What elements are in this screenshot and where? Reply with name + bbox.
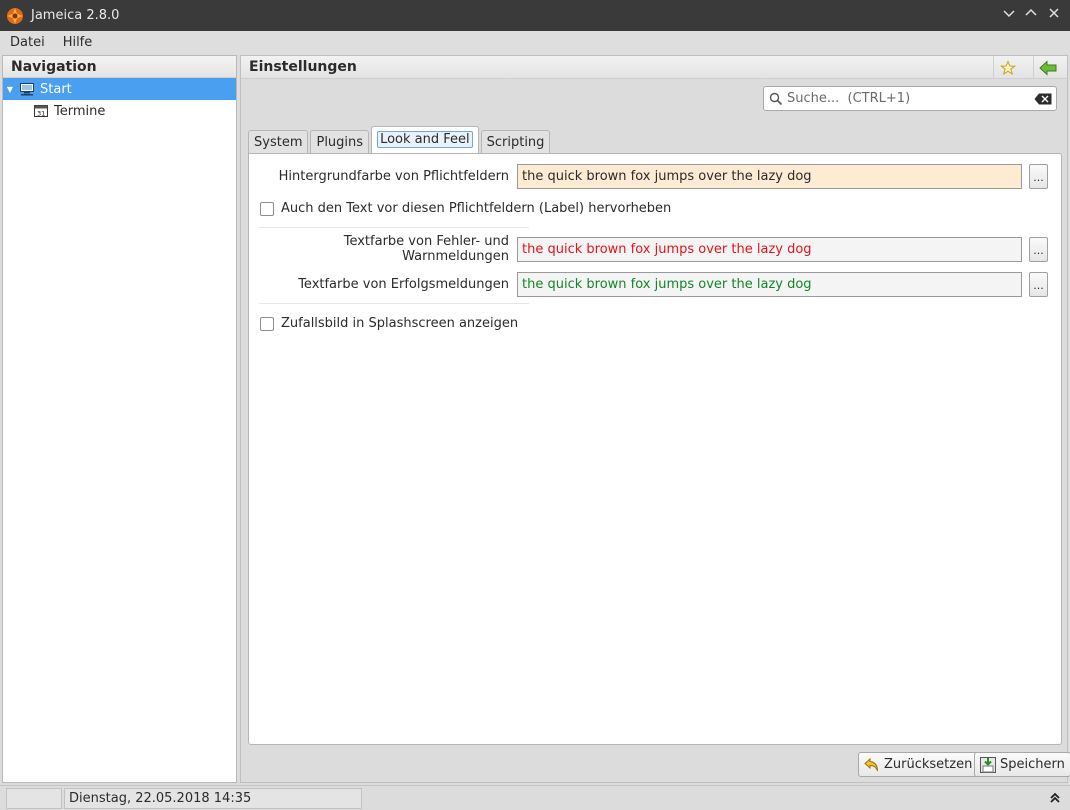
tab-plugins[interactable]: Plugins <box>310 130 370 154</box>
error-color-row: Textfarbe von Fehler- und Warnmeldungen … <box>249 234 1048 264</box>
splash-checkbox[interactable] <box>260 316 274 331</box>
reset-button[interactable]: Zurücksetzen <box>858 752 979 777</box>
undo-icon <box>864 757 878 771</box>
page-title: Einstellungen <box>249 59 357 75</box>
window-title: Jameica 2.8.0 <box>31 8 120 23</box>
success-color-preview: the quick brown fox jumps over the lazy … <box>517 271 1022 297</box>
tab-system[interactable]: System <box>248 130 309 154</box>
computer-icon <box>20 83 34 96</box>
status-datetime: Dienstag, 22.05.2018 14:35 <box>64 788 362 809</box>
clear-search-icon[interactable] <box>1034 93 1052 105</box>
save-button[interactable]: Speichern <box>974 752 1070 777</box>
close-button[interactable] <box>1045 6 1063 24</box>
splash-option[interactable]: Zufallsbild in Splashscreen anzeigen <box>260 316 518 331</box>
status-cell-messages <box>364 788 1064 809</box>
error-color-preview: the quick brown fox jumps over the lazy … <box>517 236 1022 262</box>
required-bg-row: Hintergrundfarbe von Pflichtfeldern the … <box>249 163 1048 189</box>
highlight-label-option[interactable]: Auch den Text vor diesen Pflichtfeldern … <box>260 201 671 216</box>
success-color-row: Textfarbe von Erfolgsmeldungen the quick… <box>249 271 1048 297</box>
success-color-picker-button[interactable]: ... <box>1029 271 1048 297</box>
splash-text: Zufallsbild in Splashscreen anzeigen <box>281 316 519 331</box>
settings-panel: Einstellungen System Plugins Look and Fe… <box>240 55 1070 783</box>
navigation-header: Navigation <box>3 56 236 78</box>
error-color-label: Textfarbe von Fehler- und Warnmeldungen <box>343 234 509 264</box>
minimize-button[interactable] <box>1000 6 1018 24</box>
separator <box>259 227 529 228</box>
status-bar: Dienstag, 22.05.2018 14:35 <box>0 785 1070 810</box>
separator <box>259 303 529 304</box>
star-icon <box>999 59 1016 75</box>
tree-item-label: Termine <box>54 103 106 119</box>
menu-datei[interactable]: Datei <box>0 35 53 50</box>
required-bg-preview: the quick brown fox jumps over the lazy … <box>517 163 1022 189</box>
chevron-down-icon <box>1003 10 1015 18</box>
tab-scripting[interactable]: Scripting <box>480 130 551 154</box>
search-icon <box>769 92 783 105</box>
chevron-up-icon <box>1025 8 1037 16</box>
expand-log-icon[interactable] <box>1049 792 1061 804</box>
close-icon <box>1049 8 1059 18</box>
maximize-button[interactable] <box>1022 6 1040 24</box>
required-bg-picker-button[interactable]: ... <box>1029 163 1048 189</box>
navigation-panel: Navigation ▼ Start 31 Termine <box>2 55 237 783</box>
bookmark-button[interactable] <box>993 56 1021 79</box>
tree-expand-icon[interactable]: ▼ <box>3 85 17 94</box>
settings-tabs: System Plugins Look and Feel Scripting <box>248 126 552 154</box>
tree-item-label: Start <box>40 81 72 97</box>
tree-item-start[interactable]: ▼ Start <box>3 78 236 100</box>
tab-look-and-feel[interactable]: Look and Feel <box>371 126 479 154</box>
success-color-label: Textfarbe von Erfolgsmeldungen <box>298 276 509 292</box>
search-input[interactable] <box>787 88 1034 109</box>
jameica-logo-icon <box>7 7 23 24</box>
panel-header: Einstellungen <box>241 56 1067 79</box>
look-and-feel-pane: Hintergrundfarbe von Pflichtfeldern the … <box>248 153 1062 745</box>
title-bar: Jameica 2.8.0 <box>0 0 1070 31</box>
highlight-label-text: Auch den Text vor diesen Pflichtfeldern … <box>281 201 672 216</box>
highlight-label-checkbox[interactable] <box>260 201 274 216</box>
save-label: Speichern <box>1000 757 1065 772</box>
calendar-icon: 31 <box>34 105 48 118</box>
menu-hilfe[interactable]: Hilfe <box>53 35 103 50</box>
save-icon <box>980 756 996 773</box>
status-cell-empty <box>6 788 62 809</box>
tree-item-termine[interactable]: 31 Termine <box>3 100 236 122</box>
svg-text:31: 31 <box>37 110 45 118</box>
back-button[interactable] <box>1033 56 1061 79</box>
required-bg-label: Hintergrundfarbe von Pflichtfeldern <box>278 168 509 184</box>
error-color-picker-button[interactable]: ... <box>1029 236 1048 262</box>
tab-label: Look and Feel <box>377 131 473 148</box>
reset-label: Zurücksetzen <box>884 757 973 772</box>
search-box[interactable] <box>763 86 1057 111</box>
menu-bar: Datei Hilfe <box>0 31 1070 54</box>
back-arrow-icon <box>1038 59 1056 76</box>
